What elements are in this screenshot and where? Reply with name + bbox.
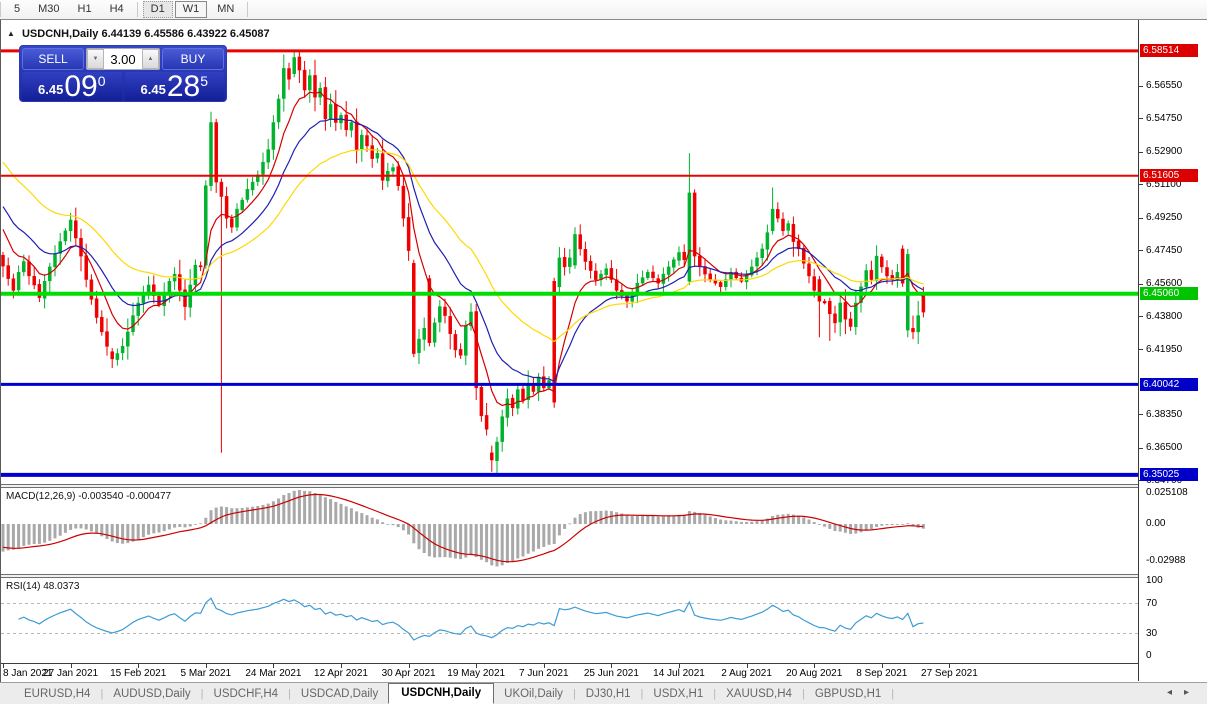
price-axis-label: 6.56550 (1146, 80, 1182, 91)
scroll-right-icon: ▸ (1184, 687, 1201, 698)
price-axis-tick (1139, 152, 1143, 153)
scroll-left-icon: ◂ (1167, 687, 1184, 698)
chart-tab-USDCAD-Daily[interactable]: USDCAD,Daily (291, 685, 388, 704)
chart-tab-USDX-H1[interactable]: USDX,H1 (643, 685, 713, 704)
chart-window: ▲ USDCNH,Daily 6.44139 6.45586 6.43922 6… (0, 19, 1207, 682)
rsi-axis-label: 100 (1146, 575, 1163, 586)
price-level-badge: 6.35025 (1140, 468, 1198, 481)
date-axis-label: 5 Mar 2021 (181, 668, 232, 679)
chart-tab-USDCHF-H4[interactable]: USDCHF,H4 (204, 685, 289, 704)
date-axis-label: 19 May 2021 (447, 668, 505, 679)
chart-tab-DJ30-H1[interactable]: DJ30,H1 (576, 685, 641, 704)
date-axis-label: 27 Jan 2021 (43, 668, 98, 679)
price-level-badge: 6.51605 (1140, 169, 1198, 182)
toolbar-separator (0, 2, 1, 17)
date-axis-label: 24 Mar 2021 (245, 668, 301, 679)
date-axis-label: 8 Sep 2021 (856, 668, 907, 679)
rsi-axis-label: 0 (1146, 650, 1152, 661)
price-axis-tick (1139, 316, 1143, 317)
price-axis-tick (1139, 349, 1143, 350)
toolbar-separator (137, 2, 138, 17)
one-click-trading-panel: SELL ▼ ▲ BUY 6.45090 6.45285 (19, 45, 227, 102)
sell-price-display[interactable]: 6.45090 (22, 72, 122, 101)
price-axis-tick (1139, 448, 1143, 449)
timeframe-button-M30[interactable]: M30 (30, 1, 67, 18)
date-axis-label: 27 Sep 2021 (921, 668, 978, 679)
timeframe-button-D1[interactable]: D1 (143, 1, 173, 18)
rsi-indicator-label: RSI(14) 48.0373 (6, 581, 79, 592)
macd-indicator-label: MACD(12,26,9) -0.003540 -0.000477 (6, 491, 171, 502)
buy-price-display[interactable]: 6.45285 (125, 72, 225, 101)
triangle-up-icon: ▲ (148, 56, 154, 62)
price-level-badge: 6.40042 (1140, 378, 1198, 391)
chart-tab-USDCNH-Daily[interactable]: USDCNH,Daily (388, 683, 494, 704)
price-axis-tick (1139, 86, 1143, 87)
date-axis-label: 20 Aug 2021 (786, 668, 842, 679)
price-axis-tick (1139, 118, 1143, 119)
price-axis-label: 6.36500 (1146, 442, 1182, 453)
timeframe-toolbar: 5M30H1H4 D1W1MN (0, 0, 1207, 20)
chart-tab-GBPUSD-H1[interactable]: GBPUSD,H1 (805, 685, 891, 704)
price-axis-label: 6.38350 (1146, 409, 1182, 420)
chart-tab-AUDUSD-Daily[interactable]: AUDUSD,Daily (103, 685, 200, 704)
price-axis-tick (1139, 284, 1143, 285)
rsi-axis-label: 70 (1146, 598, 1157, 609)
tab-separator: | (891, 688, 894, 704)
chart-ohlc-values: 6.44139 6.45586 6.43922 6.45087 (101, 28, 269, 40)
date-axis-label: 2 Aug 2021 (721, 668, 772, 679)
timeframe-button-5[interactable]: 5 (6, 1, 28, 18)
price-axis-label: 6.52900 (1146, 146, 1182, 157)
collapse-triangle-icon[interactable]: ▲ (7, 29, 15, 38)
tab-scroll-arrows[interactable]: ◂▸ (1167, 687, 1201, 698)
timeframe-button-H4[interactable]: H4 (102, 1, 132, 18)
macd-axis-label: -0.02988 (1146, 555, 1185, 566)
date-axis-label: 7 Jun 2021 (519, 668, 569, 679)
chart-tab-EURUSD-H4[interactable]: EURUSD,H4 (14, 685, 100, 704)
date-axis-label: 15 Feb 2021 (110, 668, 166, 679)
macd-axis-label: 0.00 (1146, 518, 1165, 529)
price-axis-tick (1139, 184, 1143, 185)
volume-input[interactable] (104, 49, 142, 69)
timeframe-button-W1[interactable]: W1 (175, 1, 208, 18)
date-axis-label: 25 Jun 2021 (584, 668, 639, 679)
rsi-panel-canvas[interactable] (1, 578, 1138, 663)
macd-axis-label: 0.025108 (1146, 487, 1188, 498)
sell-button[interactable]: SELL (22, 48, 84, 70)
date-axis-label: 12 Apr 2021 (314, 668, 368, 679)
date-axis-label: 30 Apr 2021 (382, 668, 436, 679)
mt4-window: 5M30H1H4 D1W1MN ▲ USDCNH,Daily 6.44139 6.… (0, 0, 1207, 704)
volume-stepper: ▼ ▲ (86, 48, 160, 70)
timeframe-button-MN[interactable]: MN (209, 1, 242, 18)
price-level-badge: 6.58514 (1140, 44, 1198, 57)
macd-panel-canvas[interactable] (1, 488, 1138, 574)
price-axis-tick (1139, 250, 1143, 251)
chart-symbol-label: USDCNH,Daily (22, 28, 98, 40)
price-axis-tick (1139, 414, 1143, 415)
buy-button[interactable]: BUY (162, 48, 224, 70)
price-axis-label: 6.54750 (1146, 113, 1182, 124)
price-axis-label: 6.43800 (1146, 311, 1182, 322)
timeframe-button-H1[interactable]: H1 (70, 1, 100, 18)
price-axis-label: 6.49250 (1146, 212, 1182, 223)
price-level-badge: 6.45060 (1140, 287, 1198, 300)
price-axis-label: 6.47450 (1146, 245, 1182, 256)
price-axis[interactable]: 6.565506.547506.529006.511006.492506.474… (1138, 20, 1207, 681)
chart-title: ▲ USDCNH,Daily 6.44139 6.45586 6.43922 6… (7, 28, 270, 40)
price-axis-tick (1139, 218, 1143, 219)
chart-tab-bar: EURUSD,H4|AUDUSD,Daily|USDCHF,H4|USDCAD,… (0, 682, 1207, 704)
chart-tab-XAUUSD-H4[interactable]: XAUUSD,H4 (716, 685, 802, 704)
date-axis[interactable]: 8 Jan 202127 Jan 202115 Feb 20215 Mar 20… (1, 663, 1138, 682)
volume-increase-button[interactable]: ▲ (142, 49, 159, 69)
price-axis-label: 6.41950 (1146, 344, 1182, 355)
chart-tab-UKOil-Daily[interactable]: UKOil,Daily (494, 685, 573, 704)
triangle-down-icon: ▼ (93, 56, 99, 62)
date-axis-label: 14 Jul 2021 (653, 668, 705, 679)
rsi-axis-label: 30 (1146, 628, 1157, 639)
volume-decrease-button[interactable]: ▼ (87, 49, 104, 69)
toolbar-separator (247, 2, 248, 17)
